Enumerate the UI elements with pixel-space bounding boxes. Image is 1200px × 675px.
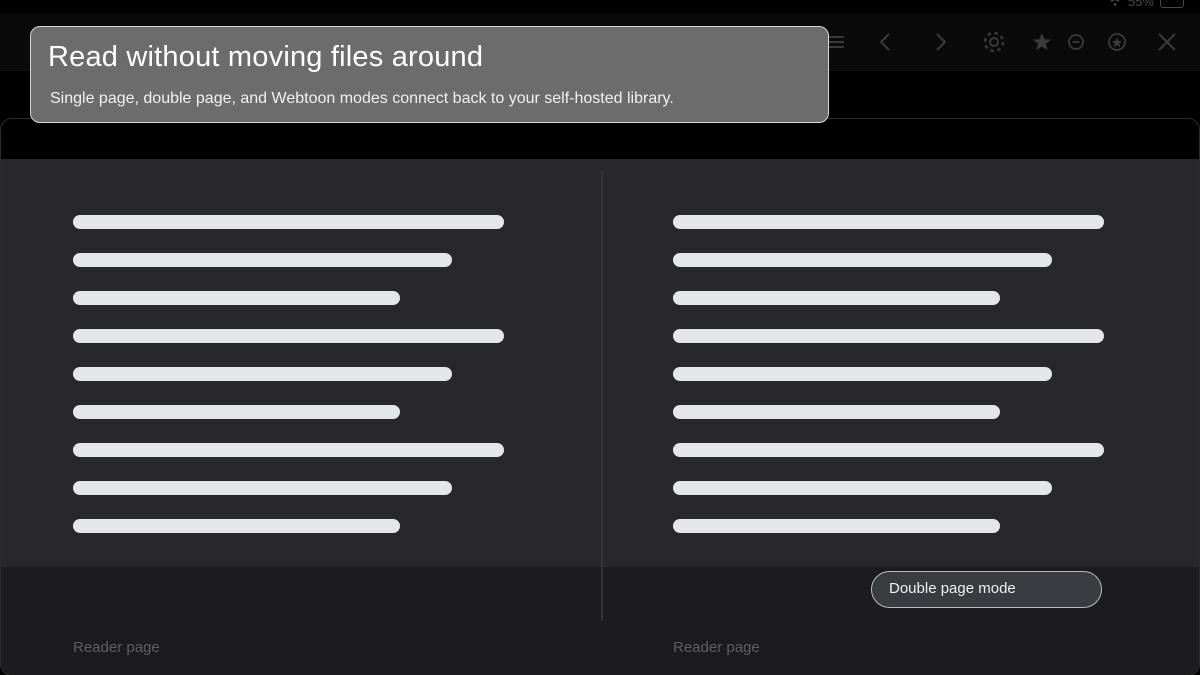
text-line-placeholder: [73, 367, 452, 381]
battery-percentage: 55%: [1127, 0, 1154, 9]
text-line-placeholder: [673, 481, 1052, 495]
app-screen: 55% Reader page Reader page Double page …: [0, 0, 1200, 675]
text-line-placeholder: [673, 367, 1052, 381]
battery-charging-icon: [1160, 0, 1184, 8]
text-line-placeholder: [673, 405, 1000, 419]
reader-page-left[interactable]: Reader page: [1, 159, 601, 656]
chevron-right-icon[interactable]: [926, 28, 954, 56]
text-line-placeholder: [673, 443, 1104, 457]
text-line-placeholder: [73, 481, 452, 495]
text-line-placeholder: [73, 405, 400, 419]
page-caption-left: Reader page: [73, 639, 160, 656]
zoom-out-icon[interactable]: [1062, 28, 1090, 56]
reader-header: [1, 119, 1199, 159]
text-line-placeholder: [73, 215, 504, 229]
text-line-placeholder: [673, 329, 1104, 343]
gear-icon[interactable]: [980, 28, 1008, 56]
text-line-placeholder: [73, 329, 504, 343]
tooltip-title: Read without moving files around: [48, 41, 484, 73]
status-bar: 55%: [1108, 0, 1184, 10]
page-caption-right: Reader page: [673, 639, 760, 656]
text-line-placeholder: [73, 519, 400, 533]
onboarding-tooltip: Read without moving files around Single …: [30, 26, 829, 123]
settings-badge-icon[interactable]: [1103, 28, 1131, 56]
close-icon[interactable]: [1153, 28, 1181, 56]
text-line-placeholder: [673, 253, 1052, 267]
text-line-placeholder: [73, 443, 504, 457]
reader-window: Reader page Reader page Double page mode: [0, 118, 1200, 675]
star-icon[interactable]: [1028, 28, 1056, 56]
wifi-icon: [1110, 0, 1120, 6]
text-line-placeholder: [73, 291, 400, 305]
text-line-placeholder: [73, 253, 452, 267]
text-line-placeholder: [673, 215, 1104, 229]
chevron-left-icon[interactable]: [872, 28, 900, 56]
tooltip-body: Single page, double page, and Webtoon mo…: [50, 90, 674, 107]
text-line-placeholder: [673, 519, 1000, 533]
text-line-placeholder: [673, 291, 1000, 305]
double-page-mode-button[interactable]: Double page mode: [871, 571, 1102, 608]
reader-page-right[interactable]: Reader page: [601, 159, 1199, 656]
